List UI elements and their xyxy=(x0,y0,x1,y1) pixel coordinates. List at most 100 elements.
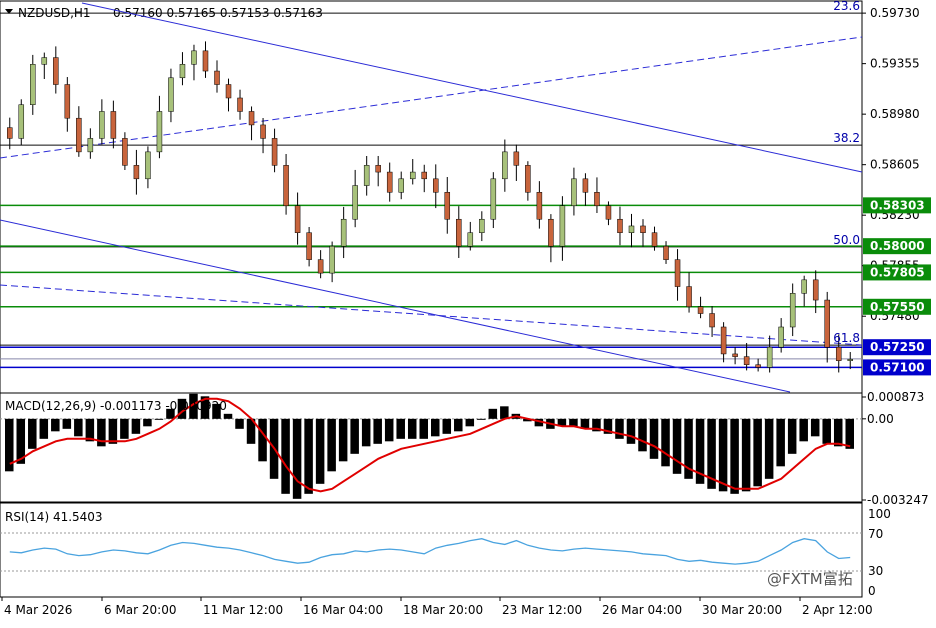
level-badges: 0.58303 0.58000 0.57805 0.57550 0.57250 0.571… xyxy=(863,197,931,376)
price-panel xyxy=(0,0,863,394)
macd-tick-label: 0.000873 xyxy=(867,390,924,404)
candle-body xyxy=(87,138,94,153)
candle-body xyxy=(317,259,324,274)
time-tick-label: 18 Mar 20:00 xyxy=(403,603,483,617)
candle xyxy=(87,128,94,159)
level-badge-label: 0.57805 xyxy=(870,265,925,279)
candle-body xyxy=(168,77,174,112)
candle xyxy=(490,172,497,229)
macd-bar xyxy=(396,418,405,439)
candle-body xyxy=(352,185,358,220)
candle-body xyxy=(30,64,36,105)
candle xyxy=(214,60,220,93)
candle xyxy=(398,171,404,200)
macd-bar xyxy=(51,418,60,432)
candle-body xyxy=(156,111,163,153)
candle-body xyxy=(375,165,381,173)
level-badge-label: 0.58303 xyxy=(870,198,925,212)
macd-bar xyxy=(419,418,428,439)
candle-body xyxy=(214,70,220,85)
candle xyxy=(191,44,197,81)
macd-bar xyxy=(315,418,325,484)
candle-body xyxy=(260,124,266,139)
macd-bar xyxy=(131,418,141,434)
candle xyxy=(237,89,243,120)
trendlines[interactable] xyxy=(0,2,863,393)
candle-body xyxy=(594,192,600,207)
candle xyxy=(847,352,853,370)
candle xyxy=(375,155,381,187)
candle-body xyxy=(133,165,140,180)
macd-bar xyxy=(764,418,774,479)
macd-bar xyxy=(845,418,854,449)
macd-bar xyxy=(776,418,785,467)
macd-bar xyxy=(350,418,359,454)
macd-bar xyxy=(292,418,302,499)
chart-window[interactable]: NZDUSD,H1 0.57160 0.57165 0.57153 0.5716… xyxy=(0,0,936,624)
candle-body xyxy=(340,218,347,247)
candle-body xyxy=(548,218,554,247)
candle xyxy=(283,153,289,215)
candle xyxy=(340,206,347,259)
candle xyxy=(271,128,278,173)
level-badge-label: 0.58000 xyxy=(870,239,925,253)
candle-body xyxy=(479,218,485,233)
candle xyxy=(156,95,163,159)
level-badge-label: 0.57100 xyxy=(870,360,925,374)
candle xyxy=(122,132,128,170)
candle xyxy=(363,155,370,196)
macd-bar xyxy=(108,418,118,444)
candle xyxy=(409,159,416,185)
time-tick-label: 6 Mar 20:00 xyxy=(104,603,177,617)
candle xyxy=(168,68,174,123)
time-tick-label: 4 Mar 2026 xyxy=(4,603,72,617)
macd-bar xyxy=(741,418,751,492)
candle-body xyxy=(409,171,416,180)
candle xyxy=(709,306,715,337)
macd-bar xyxy=(304,418,313,494)
candle xyxy=(329,241,335,283)
candle-body xyxy=(237,97,243,112)
candle xyxy=(467,221,474,251)
macd-bar xyxy=(384,418,394,442)
candle-body xyxy=(444,192,451,220)
candle xyxy=(110,100,117,149)
macd-bar xyxy=(39,418,49,439)
candle-body xyxy=(513,151,520,166)
macd-bar xyxy=(120,418,129,439)
candle-body xyxy=(64,84,71,119)
candle xyxy=(386,162,393,202)
macd-bar xyxy=(143,418,152,427)
candle xyxy=(133,149,140,195)
upper-channel-line[interactable] xyxy=(81,2,863,173)
candle xyxy=(248,106,255,141)
rising-dashed-line[interactable] xyxy=(0,36,863,159)
falling-dashed-line[interactable] xyxy=(0,284,863,346)
candle xyxy=(525,161,531,201)
chart-canvas[interactable]: NZDUSD,H1 0.57160 0.57165 0.57153 0.5716… xyxy=(0,0,936,624)
candle-body xyxy=(720,326,727,355)
candle-body xyxy=(329,245,335,274)
price-tick-label: 0.59730 xyxy=(870,6,920,20)
candle-body xyxy=(53,57,59,85)
time-tick-label: 2 Apr 12:00 xyxy=(802,603,873,617)
candle xyxy=(7,117,13,150)
macd-bar xyxy=(154,418,164,420)
macd-bar xyxy=(810,418,820,437)
candle xyxy=(260,117,266,154)
macd-bar xyxy=(799,418,808,442)
candle xyxy=(686,272,692,313)
candle xyxy=(317,250,324,279)
candle-body xyxy=(225,84,232,99)
candle-body xyxy=(812,279,819,301)
candle xyxy=(41,52,48,80)
candle-body xyxy=(686,286,692,308)
candle xyxy=(663,241,669,264)
rsi-label: RSI(14) 41.5403 xyxy=(5,510,103,524)
candle-body xyxy=(502,151,508,180)
macd-bar xyxy=(258,418,267,462)
candle-body xyxy=(605,205,612,220)
watermark: @FXTM富拓 xyxy=(767,570,853,588)
candle xyxy=(99,99,105,145)
candle xyxy=(202,41,209,78)
